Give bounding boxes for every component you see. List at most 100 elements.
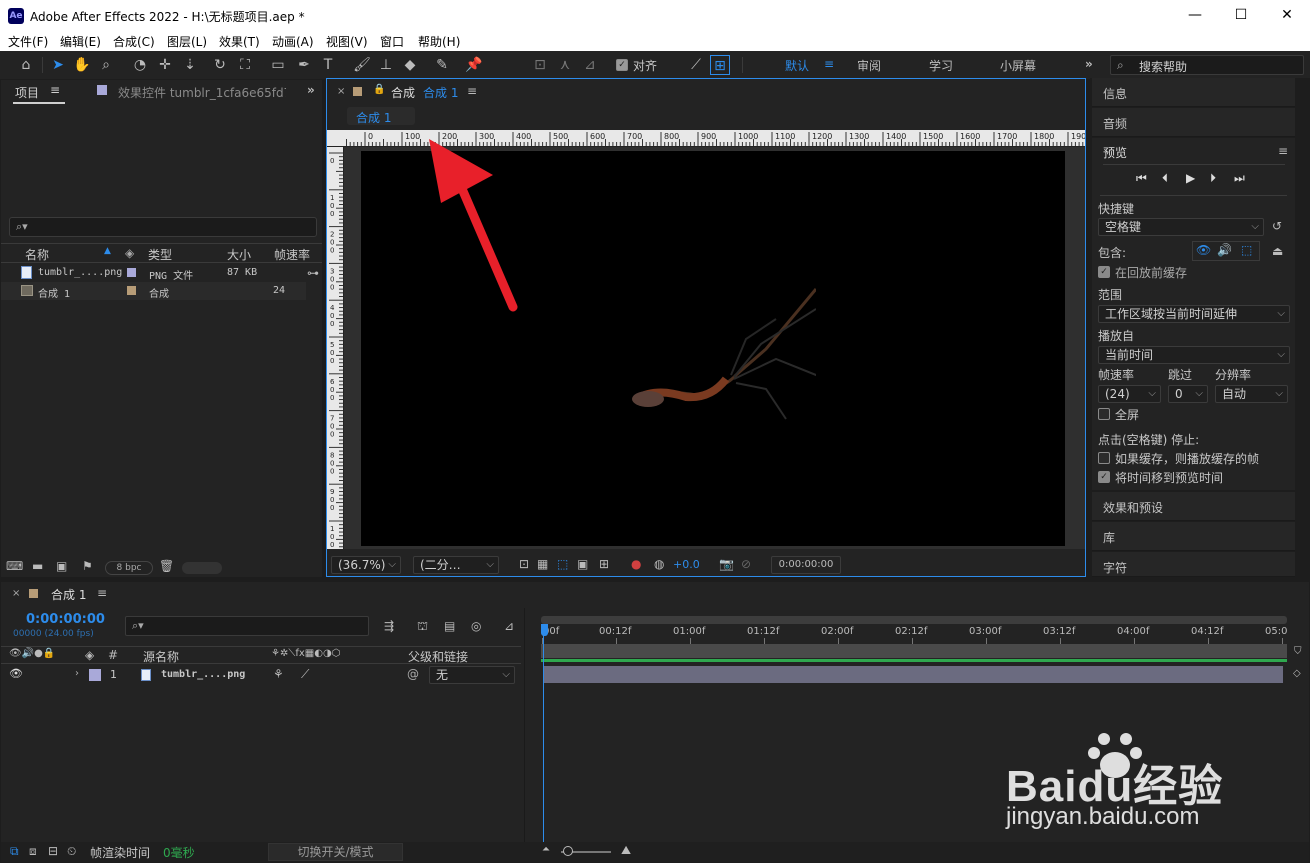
lock-icon[interactable]: 🔒 <box>373 84 385 95</box>
work-area-bar[interactable] <box>541 644 1287 658</box>
minimize-button[interactable]: — <box>1172 0 1218 31</box>
project-settings-icon[interactable]: ⚑ <box>82 559 93 573</box>
pick-whip-icon[interactable]: @ <box>407 667 419 681</box>
menu-view[interactable]: 视图(V) <box>326 33 368 50</box>
trash-icon[interactable]: 🗑 <box>159 559 174 573</box>
resolution-select[interactable]: 自动 ⌵ <box>1215 385 1288 403</box>
workspace-default[interactable]: 默认 <box>785 57 809 74</box>
layer-search-input[interactable]: ⌕▾ <box>125 616 369 636</box>
project-tab[interactable]: 项目 <box>15 84 39 101</box>
close-tab-icon[interactable]: × <box>12 588 20 599</box>
transparency-grid-icon[interactable]: ▦ <box>537 557 548 571</box>
graph-editor-icon[interactable]: ⊿ <box>504 619 514 633</box>
anchor-tool-icon[interactable]: ⛶ <box>235 55 255 75</box>
more-tabs-icon[interactable]: » <box>307 83 315 97</box>
menu-effect[interactable]: 效果(T) <box>219 33 260 50</box>
puppet-pin-icon[interactable]: 📌 <box>464 55 484 75</box>
draft-3d-icon[interactable]: ⛫ <box>417 619 428 635</box>
workspace-menu-icon[interactable]: ≡ <box>824 57 834 71</box>
cache-checkbox[interactable]: ✓ <box>1098 266 1110 278</box>
timeline-timecode[interactable]: 0:00:00:00 <box>26 612 105 627</box>
overlay-icon[interactable]: ⬚ <box>1241 243 1252 257</box>
view-axis-icon[interactable]: ⊿ <box>580 55 600 75</box>
in-out-toggle-icon[interactable]: ⊟ <box>48 844 58 858</box>
orbit-camera-icon[interactable]: ◔ <box>130 55 150 75</box>
region-of-interest-icon[interactable]: ▣ <box>577 557 588 571</box>
menu-help[interactable]: 帮助(H) <box>418 33 460 50</box>
export-icon[interactable]: ⏏ <box>1272 244 1283 258</box>
effects-presets-header[interactable]: 效果和预设 <box>1092 492 1295 521</box>
grid-guide-icon[interactable]: ⊞ <box>599 557 609 571</box>
fps-select[interactable]: (24) ⌵ <box>1098 385 1161 403</box>
flowchart-icon[interactable]: ⊶ <box>307 266 319 280</box>
layer-duration-bar[interactable] <box>543 666 1283 683</box>
eraser-tool-icon[interactable]: ◆ <box>400 55 420 75</box>
snap-feature-icon[interactable]: ⊞ <box>710 55 730 75</box>
resolution-select[interactable]: (二分… ⌵ <box>413 556 499 574</box>
fullscreen-checkbox[interactable] <box>1098 408 1110 420</box>
new-composition-icon[interactable]: ▣ <box>56 559 67 573</box>
zoom-out-icon[interactable]: ⏶ <box>542 844 550 855</box>
menu-edit[interactable]: 编辑(E) <box>60 33 101 50</box>
menu-window[interactable]: 窗口 <box>380 33 404 50</box>
viewer-timecode[interactable]: 0:00:00:00 <box>771 556 841 574</box>
skip-select[interactable]: 0 ⌵ <box>1168 385 1208 403</box>
hand-tool-icon[interactable]: ✋ <box>72 55 92 75</box>
snap-option-icon[interactable]: ⟋ <box>686 55 706 75</box>
panel-menu-icon[interactable]: ≡ <box>467 84 477 98</box>
layer-switches-toggle-icon[interactable]: ⧉ <box>10 844 19 859</box>
rotate-tool-icon[interactable]: ↻ <box>210 55 230 75</box>
shy-switch-icon[interactable]: ⚘ <box>273 667 284 681</box>
col-name[interactable]: 名称 <box>25 246 49 263</box>
mask-visibility-icon[interactable]: ⬚ <box>557 557 568 571</box>
maximize-button[interactable]: ☐ <box>1218 0 1264 31</box>
menu-layer[interactable]: 图层(L) <box>167 33 207 50</box>
av-switches-icon[interactable]: 👁🔊●🔒 <box>9 648 55 659</box>
zoom-slider-thumb[interactable] <box>563 846 573 856</box>
layer-switches-icons[interactable]: ⚘✲⟍fx▦◐◑⬡ <box>271 648 340 659</box>
new-folder-icon[interactable]: ▬ <box>32 559 43 573</box>
comp-tab-name[interactable]: 合成 1 <box>423 84 458 101</box>
label-tag-icon[interactable]: ◈ <box>125 246 134 260</box>
pan-camera-icon[interactable]: ✛ <box>155 55 175 75</box>
project-row[interactable]: tumblr_....png PNG 文件 87 KB <box>1 264 306 282</box>
fast-previews-icon[interactable]: ⊡ <box>519 557 529 571</box>
character-header[interactable]: 字符 <box>1092 552 1295 577</box>
type-tool-icon[interactable]: T <box>318 55 338 75</box>
world-axis-icon[interactable]: ⋏ <box>555 55 575 75</box>
workspace-review[interactable]: 审阅 <box>857 57 881 74</box>
thumbnail-slider[interactable] <box>182 562 222 574</box>
cache-play-checkbox[interactable] <box>1098 452 1110 464</box>
comp-flowchart-icon[interactable]: ⇶ <box>384 619 394 633</box>
video-eye-icon[interactable]: 👁 <box>1196 243 1211 257</box>
keyframe-nav-icon[interactable]: ◇ <box>1293 668 1301 679</box>
toggle-switches-modes-button[interactable]: 切换开关/模式 <box>268 843 403 861</box>
col-size[interactable]: 大小 <box>227 246 251 263</box>
audio-panel-header[interactable]: 音频 <box>1092 108 1295 137</box>
play-from-select[interactable]: 当前时间 ⌵ <box>1098 346 1290 364</box>
parent-select[interactable]: 无 ⌵ <box>429 666 515 684</box>
menu-composition[interactable]: 合成(C) <box>113 33 155 50</box>
zoom-in-icon[interactable]: ⛰ <box>621 843 631 858</box>
home-icon[interactable]: ⌂ <box>16 55 36 75</box>
dolly-camera-icon[interactable]: ⇣ <box>180 55 200 75</box>
last-frame-icon[interactable]: ⏭ <box>1234 171 1245 186</box>
snapshot-camera-icon[interactable]: 📷 <box>719 557 734 571</box>
snap-checkbox[interactable]: ✓ <box>616 59 628 71</box>
menu-file[interactable]: 文件(F) <box>8 33 48 50</box>
sort-ascending-icon[interactable]: ▲ <box>104 246 111 256</box>
pen-tool-icon[interactable]: ✒ <box>294 55 314 75</box>
bpc-button[interactable]: 8 bpc <box>105 561 153 575</box>
range-select[interactable]: 工作区域按当前时间延伸 ⌵ <box>1098 305 1290 323</box>
comp-marker-icon[interactable]: ⛉ <box>1294 646 1302 657</box>
frame-blending-icon[interactable]: ▤ <box>444 619 455 633</box>
clone-stamp-icon[interactable]: ⊥ <box>376 55 396 75</box>
project-row[interactable]: 合成 1 合成 24 <box>1 282 306 300</box>
visibility-eye-icon[interactable]: 👁 <box>9 667 23 680</box>
libraries-header[interactable]: 库 <box>1092 522 1295 551</box>
rectangle-tool-icon[interactable]: ▭ <box>268 55 288 75</box>
render-time-icon[interactable]: ⏲ <box>67 844 76 859</box>
audio-speaker-icon[interactable]: 🔊 <box>1217 243 1232 257</box>
interpret-footage-icon[interactable]: ⌨ <box>6 559 23 573</box>
first-frame-icon[interactable]: ⏮ <box>1136 171 1147 186</box>
